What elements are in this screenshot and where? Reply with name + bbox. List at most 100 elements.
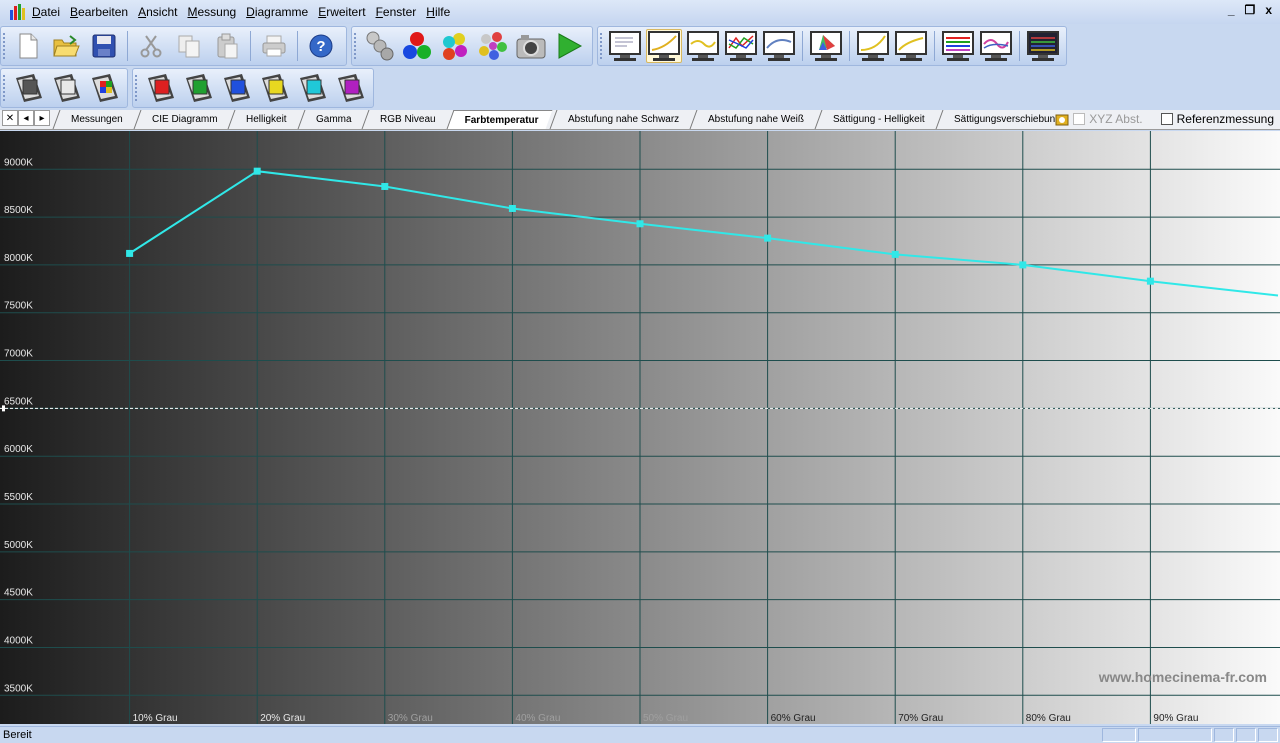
- window-controls: _ ❐ x: [1228, 3, 1272, 17]
- reference-marker: [2, 405, 5, 412]
- file-toolbar: ?: [0, 26, 347, 66]
- gray-pattern-toolbar: [0, 68, 128, 108]
- open-icon[interactable]: [49, 29, 83, 63]
- film-gray-icon[interactable]: [11, 71, 45, 105]
- toolbar-separator: [849, 31, 850, 61]
- close-tab-icon[interactable]: ✕: [2, 110, 18, 126]
- minimize-button[interactable]: _: [1228, 3, 1235, 17]
- play-icon[interactable]: [552, 29, 586, 63]
- y-tick-label: 5000K: [4, 540, 33, 551]
- pattern-toolbar: [0, 67, 378, 109]
- print-icon[interactable]: [257, 29, 291, 63]
- menu-erweitert[interactable]: Erweitert: [316, 5, 373, 19]
- xyz-label: XYZ Abst.: [1089, 112, 1143, 126]
- rgb-balls-icon[interactable]: [400, 29, 434, 63]
- menu-diagramme[interactable]: Diagramme: [244, 5, 316, 19]
- tab-nav: ✕ ◂ ▸: [2, 110, 50, 128]
- data-point: [1146, 277, 1154, 285]
- film-rgb-icon[interactable]: [87, 71, 121, 105]
- x-tick-label: 70% Grau: [898, 713, 943, 724]
- xyz-checkbox[interactable]: [1073, 113, 1086, 125]
- copy-icon[interactable]: [172, 29, 206, 63]
- restore-button[interactable]: ❐: [1245, 3, 1256, 17]
- monitor-curve-2-icon[interactable]: [762, 29, 796, 63]
- options-icon[interactable]: [1055, 112, 1069, 126]
- toolbar-separator: [297, 31, 298, 61]
- tab-rgb-niveau[interactable]: RGB Niveau: [361, 110, 450, 129]
- reference-checkbox[interactable]: [1160, 113, 1173, 125]
- monitor-rgb-curves-icon[interactable]: [724, 29, 758, 63]
- film-yellow-icon[interactable]: [257, 71, 291, 105]
- toolbar-separator: [250, 31, 251, 61]
- tab-options: XYZ Abst. Referenzmessung: [1055, 112, 1274, 126]
- film-red-icon[interactable]: [143, 71, 177, 105]
- color-temperature-chart: 9000K 8500K 8000K 7500K 7000K 6500K 6000K 5500K…: [0, 131, 1280, 724]
- tab-abstufung-nahe-schwarz[interactable]: Abstufung nahe Schwarz: [549, 110, 693, 129]
- data-point: [381, 182, 389, 190]
- tab-saettigung-helligkeit[interactable]: Sättigung - Helligkeit: [814, 110, 939, 129]
- tab-messungen[interactable]: Messungen: [52, 110, 137, 129]
- data-point: [126, 249, 134, 257]
- menu-fenster[interactable]: Fenster: [374, 5, 425, 19]
- toolbar-separator: [934, 31, 935, 61]
- menu-messung[interactable]: Messung: [185, 5, 244, 19]
- save-icon[interactable]: [87, 29, 121, 63]
- y-tick-label: 4500K: [4, 588, 33, 599]
- reference-label: Referenzmessung: [1176, 112, 1274, 126]
- color-pattern-toolbar: [132, 68, 374, 108]
- monitor-rainbow-icon[interactable]: [941, 29, 975, 63]
- x-tick-label: 80% Grau: [1026, 713, 1071, 724]
- status-panel: [1138, 728, 1212, 742]
- help-icon[interactable]: ?: [304, 29, 338, 63]
- monitor-cie-icon[interactable]: [809, 29, 843, 63]
- tab-helligkeit[interactable]: Helligkeit: [227, 110, 301, 129]
- tab-farbtemperatur[interactable]: Farbtemperatur: [446, 110, 553, 129]
- toolbar-separator: [1019, 31, 1020, 61]
- monitor-pink-icon[interactable]: [979, 29, 1013, 63]
- film-white-icon[interactable]: [49, 71, 83, 105]
- color-balls-icon[interactable]: [438, 29, 472, 63]
- y-tick-label: 6000K: [4, 444, 33, 455]
- paste-icon[interactable]: [210, 29, 244, 63]
- tab-gamma[interactable]: Gamma: [297, 110, 365, 129]
- prev-tab-icon[interactable]: ◂: [18, 110, 34, 126]
- app-chart-icon: [10, 4, 26, 20]
- film-blue-icon[interactable]: [219, 71, 253, 105]
- film-magenta-icon[interactable]: [333, 71, 367, 105]
- y-tick-label: 5500K: [4, 492, 33, 503]
- monitor-gamma-2-icon[interactable]: [894, 29, 928, 63]
- monitor-curve-yellow-icon[interactable]: [686, 29, 720, 63]
- tab-abstufung-nahe-weiss[interactable]: Abstufung nahe Weiß: [689, 110, 818, 129]
- film-green-icon[interactable]: [181, 71, 215, 105]
- monitor-curve-icon[interactable]: [646, 29, 682, 63]
- monitor-gamma-icon[interactable]: [856, 29, 890, 63]
- status-panel: [1258, 728, 1278, 742]
- chart-toolbar: [597, 26, 1067, 66]
- y-tick-label: 6500K: [4, 396, 33, 407]
- menu-bar: Datei Bearbeiten Ansicht Messung Diagram…: [0, 0, 1280, 24]
- svg-text:?: ?: [316, 38, 325, 55]
- toolbar-separator: [802, 31, 803, 61]
- menu-hilfe[interactable]: Hilfe: [424, 5, 458, 19]
- probe-icon[interactable]: [362, 29, 396, 63]
- x-tick-label: 20% Grau: [260, 713, 305, 724]
- new-icon[interactable]: [11, 29, 45, 63]
- close-button[interactable]: x: [1265, 3, 1272, 17]
- tab-cie-diagramm[interactable]: CIE Diagramm: [133, 110, 231, 129]
- monitor-doc-icon[interactable]: [608, 29, 642, 63]
- multi-balls-icon[interactable]: [476, 29, 510, 63]
- next-tab-icon[interactable]: ▸: [34, 110, 50, 126]
- data-point: [508, 204, 516, 212]
- menu-bearbeiten[interactable]: Bearbeiten: [68, 5, 136, 19]
- tab-saettigungsverschiebung[interactable]: Sättigungsverschiebung: [935, 110, 1075, 129]
- data-point: [1019, 261, 1027, 269]
- menu-ansicht[interactable]: Ansicht: [136, 5, 185, 19]
- film-cyan-icon[interactable]: [295, 71, 329, 105]
- status-text: Bereit: [3, 729, 32, 741]
- cut-icon[interactable]: [134, 29, 168, 63]
- monitor-dark-icon[interactable]: [1026, 29, 1060, 63]
- menu-datei[interactable]: Datei: [30, 5, 68, 19]
- y-tick-label: 7000K: [4, 349, 33, 360]
- y-tick-label: 8000K: [4, 253, 33, 264]
- camera-icon[interactable]: [514, 29, 548, 63]
